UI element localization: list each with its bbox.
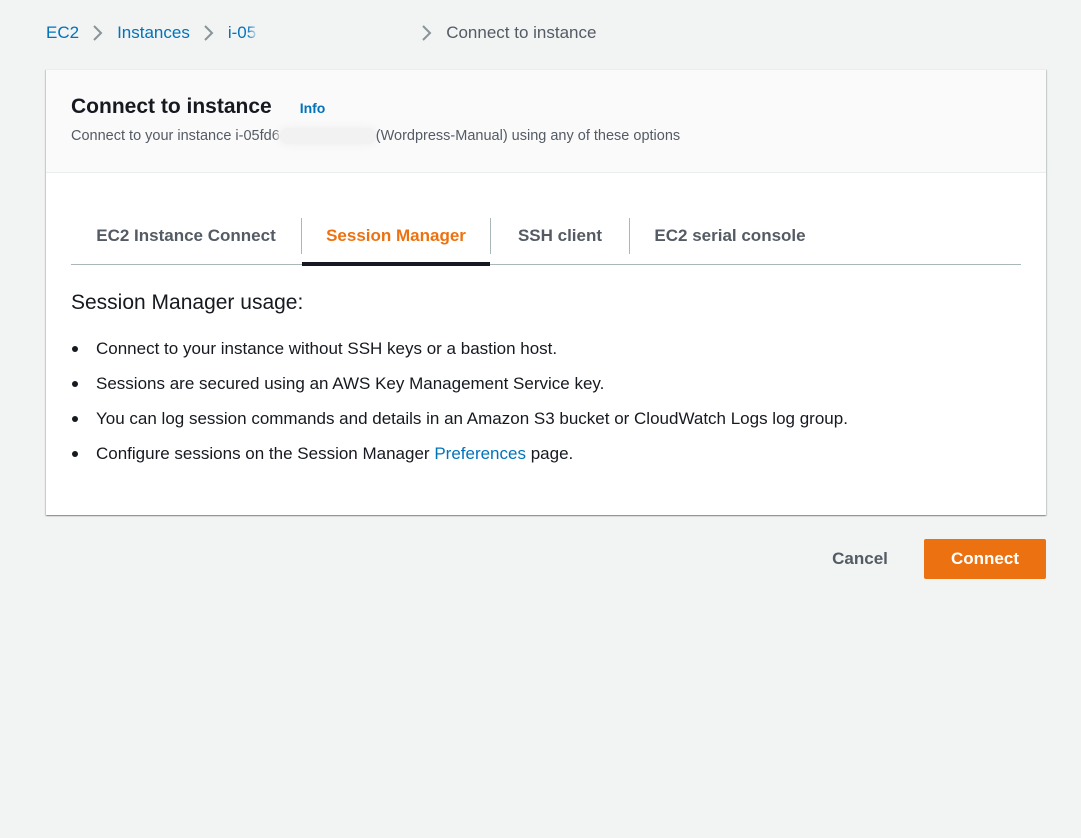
tab-ssh-client[interactable]: SSH client	[491, 208, 629, 264]
tab-ec2-serial-console[interactable]: EC2 serial console	[630, 208, 830, 264]
list-item-text: Connect to your instance without SSH key…	[96, 338, 558, 358]
bullet-icon	[72, 450, 78, 457]
breadcrumb-instances-link[interactable]: Instances	[117, 23, 190, 43]
usage-list: Connect to your instance without SSH key…	[71, 331, 848, 471]
panel-header: Connect to instance Info Connect to your…	[46, 70, 1046, 173]
title-row: Connect to instance Info	[71, 95, 325, 119]
tab-session-manager[interactable]: Session Manager	[302, 208, 490, 266]
breadcrumb-current: Connect to instance	[446, 23, 597, 42]
bullet-icon	[72, 380, 78, 387]
redacted-text	[258, 24, 409, 42]
subtitle-suffix: (Wordpress-Manual) using any of these op…	[375, 128, 681, 144]
chevron-right-icon	[202, 24, 216, 42]
list-item-text: Configure sessions on the Session Manage…	[96, 444, 573, 464]
list-item-suffix: page.	[525, 443, 574, 463]
page-subtitle: Connect to your instance i-05fd6 (Wordpr…	[71, 128, 680, 144]
list-item: You can log session commands and details…	[71, 401, 848, 436]
tab-ec2-instance-connect[interactable]: EC2 Instance Connect	[71, 208, 301, 264]
list-item: Connect to your instance without SSH key…	[71, 331, 848, 366]
page-title: Connect to instance	[71, 95, 272, 118]
subtitle-prefix: Connect to your instance i-05fd6	[71, 128, 280, 144]
breadcrumb-instance-id-link[interactable]: i-05	[228, 23, 256, 43]
list-item: Configure sessions on the Session Manage…	[71, 436, 848, 471]
connect-method-tabs: EC2 Instance Connect Session Manager SSH…	[71, 208, 1021, 266]
breadcrumb-ec2-link[interactable]: EC2	[46, 23, 79, 43]
info-link[interactable]: Info	[300, 100, 326, 116]
usage-heading: Session Manager usage:	[71, 291, 304, 314]
chevron-right-icon	[91, 24, 105, 42]
connect-panel: Connect to instance Info Connect to your…	[46, 69, 1046, 515]
list-item: Sessions are secured using an AWS Key Ma…	[71, 366, 848, 401]
connect-button[interactable]: Connect	[924, 539, 1046, 579]
redacted-text	[279, 128, 376, 144]
list-item-prefix: Configure sessions on the Session Manage…	[96, 443, 435, 463]
preferences-link[interactable]: Preferences	[434, 444, 526, 463]
cancel-button[interactable]: Cancel	[812, 539, 908, 579]
list-item-text: You can log session commands and details…	[96, 408, 848, 428]
chevron-right-icon	[420, 24, 434, 42]
bullet-icon	[72, 345, 78, 352]
breadcrumb: EC2 Instances i-05 Connect to instance	[46, 22, 596, 44]
bullet-icon	[72, 415, 78, 422]
list-item-text: Sessions are secured using an AWS Key Ma…	[96, 373, 605, 393]
